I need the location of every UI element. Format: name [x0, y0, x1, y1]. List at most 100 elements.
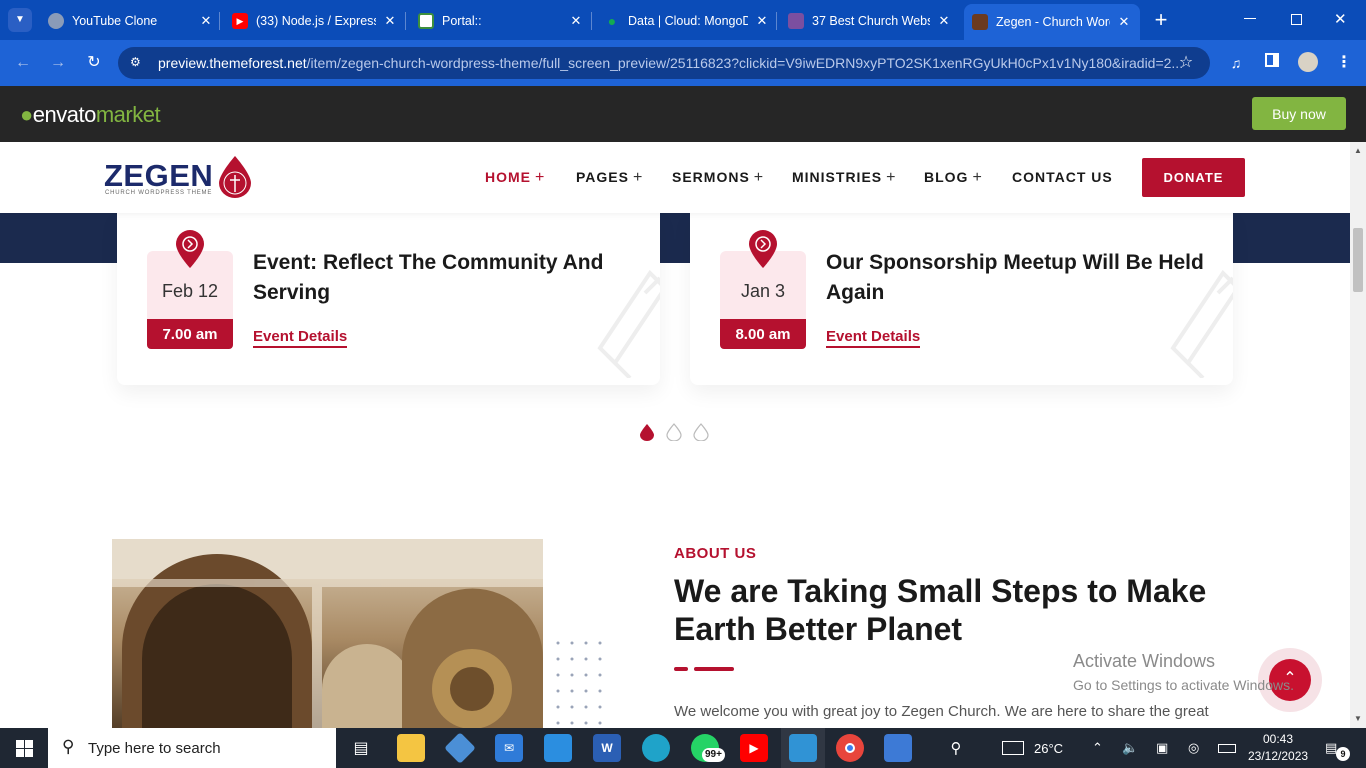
- network-icon[interactable]: ◎: [1188, 728, 1199, 768]
- git-app-icon[interactable]: [444, 732, 476, 764]
- reload-icon[interactable]: ↻: [83, 52, 105, 74]
- envato-market-logo[interactable]: ●envatomarket: [20, 102, 161, 128]
- file-explorer-icon[interactable]: [397, 734, 425, 762]
- taskbar-search-box[interactable]: ⚲ Type here to search: [48, 728, 336, 768]
- nav-ministries[interactable]: MINISTRIES +: [792, 169, 896, 187]
- theme-preview-frame: Feb 12 7.00 am Event: Reflect The Commun…: [0, 142, 1350, 728]
- globe-icon: [48, 13, 64, 29]
- side-panel-icon[interactable]: [1261, 52, 1283, 74]
- close-window-icon[interactable]: ✕: [1334, 10, 1347, 28]
- close-tab-icon[interactable]: ✕: [198, 13, 214, 29]
- donate-button[interactable]: DONATE: [1142, 158, 1245, 197]
- about-text: We welcome you with great joy to Zegen C…: [674, 703, 1209, 720]
- nav-contact-us[interactable]: CONTACT US: [1012, 169, 1113, 185]
- battery-icon[interactable]: [1218, 728, 1236, 768]
- event-time: 7.00 am: [147, 319, 233, 349]
- close-tab-icon[interactable]: ✕: [754, 13, 770, 29]
- mail-icon[interactable]: ✉: [495, 734, 523, 762]
- new-tab-button[interactable]: +: [1150, 8, 1172, 32]
- forward-icon[interactable]: →: [47, 52, 69, 74]
- event-title[interactable]: Our Sponsorship Meetup Will Be Held Agai…: [826, 248, 1206, 308]
- event-details-link[interactable]: Event Details: [253, 328, 348, 348]
- close-tab-icon[interactable]: ✕: [1116, 14, 1132, 30]
- site-header: ZEGEN CHURCH WORDPRESS THEME HOME + PAGES…: [0, 142, 1350, 213]
- browser-tab[interactable]: YouTube Clone ✕: [48, 6, 214, 36]
- address-bar[interactable]: ⚙ preview.themeforest.net/item/zegen-chu…: [118, 47, 1210, 79]
- event-time: 8.00 am: [720, 319, 806, 349]
- event-date-box: Jan 3 8.00 am: [720, 230, 806, 349]
- activate-windows-watermark: Activate Windows Go to Settings to activ…: [1073, 651, 1294, 693]
- slider-dot[interactable]: [666, 423, 682, 441]
- nav-pages[interactable]: PAGES +: [576, 169, 643, 187]
- browser-tab[interactable]: ▶ (33) Node.js / Express ✕: [232, 6, 398, 36]
- media-control-icon[interactable]: ♫: [1225, 52, 1247, 74]
- page-scrollbar[interactable]: ▲ ▼: [1350, 142, 1366, 728]
- nav-blog[interactable]: BLOG +: [924, 169, 983, 187]
- nav-home[interactable]: HOME +: [485, 169, 545, 187]
- scroll-up-icon[interactable]: ▲: [1350, 146, 1366, 155]
- map-pin-icon: [176, 230, 204, 268]
- youtube-app-icon[interactable]: ▶: [740, 734, 768, 762]
- close-tab-icon[interactable]: ✕: [382, 13, 398, 29]
- browser-tab-strip: ▼ YouTube Clone ✕ ▶ (33) Node.js / Expre…: [0, 0, 1366, 40]
- more-menu-icon[interactable]: ⋮: [1333, 52, 1355, 74]
- envato-market-bar: ●envatomarket Buy now: [0, 86, 1366, 142]
- event-title[interactable]: Event: Reflect The Community And Serving: [253, 248, 633, 308]
- windows-start-icon[interactable]: [16, 740, 33, 757]
- chevron-down-icon: ▼: [15, 14, 25, 25]
- microsoft-store-icon[interactable]: [544, 734, 572, 762]
- notification-center-icon[interactable]: ▤: [1325, 728, 1337, 768]
- zegen-logo[interactable]: ZEGEN: [104, 158, 213, 194]
- pencil-outline-icon: [1170, 269, 1233, 378]
- browser-tab-active[interactable]: Zegen - Church WordPress ✕: [964, 4, 1140, 40]
- map-pin-icon: [749, 230, 777, 268]
- mongodb-leaf-icon: ●: [604, 13, 620, 29]
- close-tab-icon[interactable]: ✕: [936, 13, 952, 29]
- scrollbar-thumb[interactable]: [1353, 228, 1363, 292]
- cross-drop-icon: [219, 156, 251, 198]
- site-info-icon[interactable]: ⚙: [130, 55, 141, 69]
- title-underline: [694, 667, 734, 671]
- profile-avatar-icon[interactable]: [1297, 52, 1319, 74]
- browser-tab[interactable]: Portal:: ✕: [418, 6, 584, 36]
- people-search-icon[interactable]: ⚲: [942, 734, 970, 762]
- weather-icon: [1002, 741, 1024, 755]
- about-kicker: ABOUT US: [674, 545, 757, 562]
- slider-dot-active[interactable]: [639, 423, 655, 441]
- whatsapp-badge: 99+: [702, 748, 725, 762]
- task-view-icon[interactable]: ▤: [347, 734, 375, 762]
- meet-now-icon[interactable]: ▣: [1156, 728, 1168, 768]
- minimize-icon[interactable]: [1244, 18, 1256, 19]
- zegen-icon: [972, 14, 988, 30]
- windows-taskbar: ⚲ Type here to search ▤ ✉ W 99+ ▶ ⚲ 26°C…: [0, 728, 1366, 768]
- about-title: We are Taking Small Steps to Make Earth …: [674, 573, 1207, 647]
- close-tab-icon[interactable]: ✕: [568, 13, 584, 29]
- browser-tab[interactable]: 37 Best Church Website ✕: [788, 6, 952, 36]
- back-icon[interactable]: ←: [12, 52, 34, 74]
- bookmark-star-icon[interactable]: ☆: [1175, 52, 1197, 74]
- buy-now-button[interactable]: Buy now: [1252, 97, 1346, 130]
- word-icon[interactable]: W: [593, 734, 621, 762]
- scroll-down-icon[interactable]: ▼: [1350, 714, 1366, 723]
- event-date-box: Feb 12 7.00 am: [147, 230, 233, 349]
- youtube-icon: ▶: [232, 13, 248, 29]
- clock[interactable]: 00:43 23/12/2023: [1248, 731, 1308, 765]
- event-card: Feb 12 7.00 am Event: Reflect The Commun…: [117, 213, 660, 385]
- slider-dot[interactable]: [693, 423, 709, 441]
- restore-icon[interactable]: [1291, 14, 1302, 25]
- volume-icon[interactable]: 🔈: [1122, 728, 1138, 768]
- event-details-link[interactable]: Event Details: [826, 328, 921, 348]
- decorative-dot-grid: [556, 641, 602, 725]
- browser-tab[interactable]: ● Data | Cloud: MongoDB ✕: [604, 6, 770, 36]
- tab-search-button[interactable]: ▼: [8, 8, 32, 32]
- logo-tagline: CHURCH WORDPRESS THEME: [105, 190, 213, 196]
- nav-sermons[interactable]: SERMONS +: [672, 169, 764, 187]
- portal-icon: [418, 13, 434, 29]
- search-icon: ⚲: [62, 737, 75, 756]
- photos-icon[interactable]: [884, 734, 912, 762]
- chevron-up-tray-icon[interactable]: ⌃: [1092, 728, 1103, 768]
- edge-icon[interactable]: [642, 734, 670, 762]
- weather-widget[interactable]: 26°C: [1002, 728, 1063, 768]
- event-card: Jan 3 8.00 am Our Sponsorship Meetup Wil…: [690, 213, 1233, 385]
- chrome-icon[interactable]: [836, 734, 864, 762]
